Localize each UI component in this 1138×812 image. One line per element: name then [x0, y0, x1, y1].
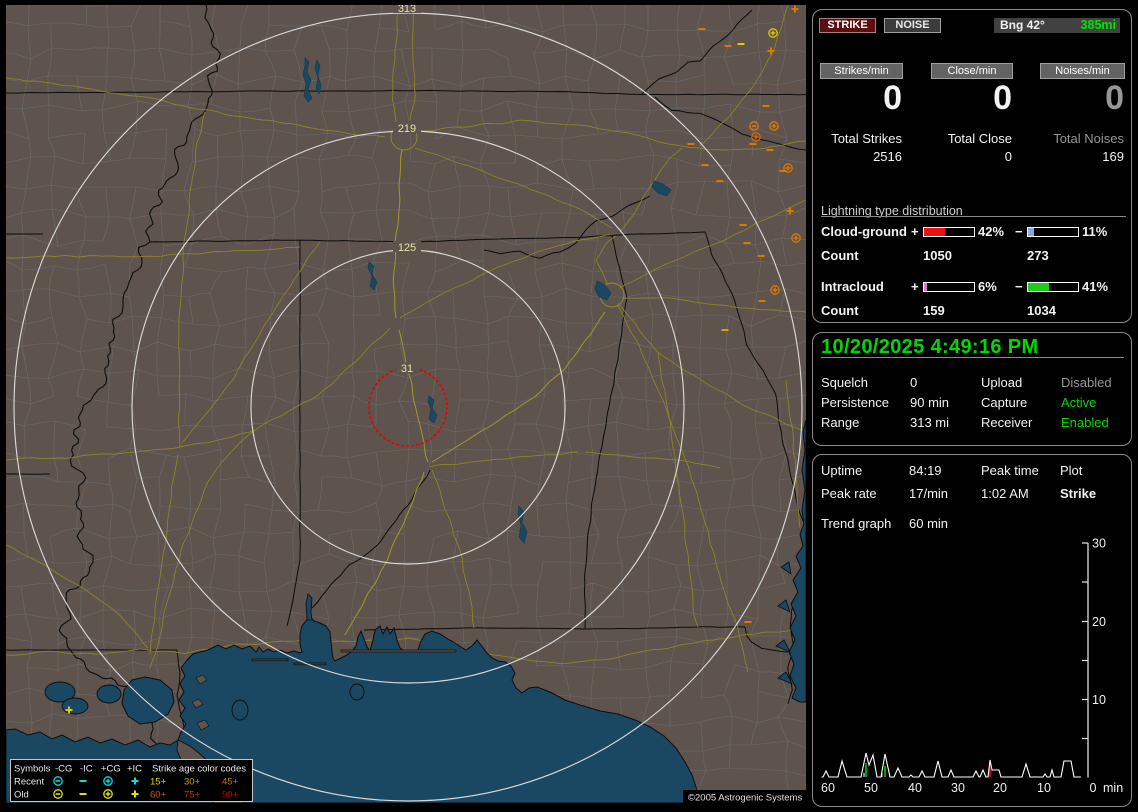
svg-text:30: 30	[1092, 537, 1106, 551]
svg-text:20: 20	[1092, 615, 1106, 629]
svg-text:31: 31	[401, 363, 413, 375]
svg-text:30: 30	[951, 781, 965, 795]
svg-text:20: 20	[993, 781, 1007, 795]
svg-text:min: min	[1103, 781, 1123, 795]
svg-text:45+: 45+	[222, 777, 239, 788]
svg-text:60: 60	[821, 781, 835, 795]
svg-text:125: 125	[398, 242, 416, 254]
svg-text:0: 0	[1090, 781, 1097, 795]
svg-text:313: 313	[398, 5, 416, 15]
svg-text:Strike age color codes: Strike age color codes	[152, 764, 246, 775]
svg-text:15+: 15+	[150, 777, 167, 788]
svg-text:219: 219	[398, 123, 416, 135]
svg-text:Recent: Recent	[14, 777, 44, 788]
svg-text:+CG: +CG	[101, 764, 121, 775]
svg-text:90+: 90+	[222, 790, 239, 801]
svg-text:©2005 Astrogenic Systems: ©2005 Astrogenic Systems	[688, 793, 802, 804]
svg-text:75+: 75+	[184, 790, 201, 801]
svg-text:Old: Old	[14, 790, 29, 801]
svg-text:Symbols: Symbols	[14, 764, 51, 775]
svg-text:-CG: -CG	[55, 764, 72, 775]
svg-text:10: 10	[1092, 693, 1106, 707]
svg-text:10: 10	[1037, 781, 1051, 795]
svg-text:+IC: +IC	[127, 764, 142, 775]
svg-text:30+: 30+	[184, 777, 201, 788]
svg-text:50: 50	[864, 781, 878, 795]
svg-text:-IC: -IC	[80, 764, 93, 775]
svg-text:60+: 60+	[150, 790, 167, 801]
svg-text:40: 40	[908, 781, 922, 795]
